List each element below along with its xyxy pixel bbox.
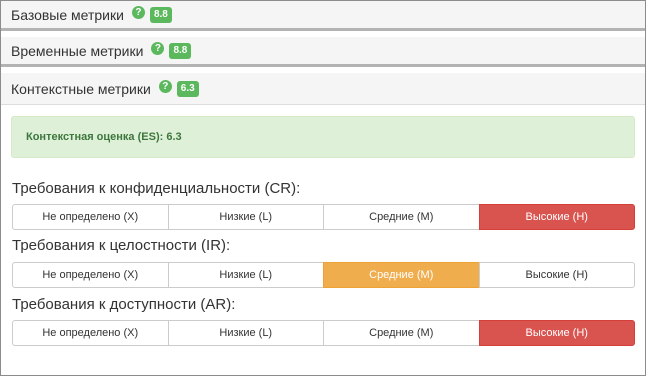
alert-text: Контекстная оценка (ES): 6.3 [26, 131, 182, 143]
help-icon[interactable]: ? [131, 6, 145, 19]
cr-option-h[interactable]: Высокие (H) [478, 204, 635, 230]
section-title: Контекстные метрики [11, 80, 151, 97]
score-badge: 8.8 [169, 42, 192, 59]
cr-option-m[interactable]: Средние (M) [323, 204, 480, 230]
help-icon[interactable]: ? [151, 42, 165, 55]
section-environmental-metrics[interactable]: Контекстные метрики ? 6.3 [1, 73, 645, 105]
cr-button-group: Не определено (X) Низкие (L) Средние (M)… [12, 204, 635, 230]
ir-option-x[interactable]: Не определено (X) [12, 262, 169, 288]
environmental-score-alert: Контекстная оценка (ES): 6.3 [11, 116, 635, 158]
section-title: Базовые метрики [11, 6, 124, 23]
ar-option-m[interactable]: Средние (M) [323, 320, 480, 346]
help-icon[interactable]: ? [158, 80, 172, 93]
ar-label: Требования к доступности (AR): [12, 296, 236, 313]
cr-option-x[interactable]: Не определено (X) [12, 204, 169, 230]
section-title: Временные метрики [11, 42, 144, 59]
cr-option-l[interactable]: Низкие (L) [167, 204, 324, 230]
metrics-panel: Базовые метрики ? 8.8 Временные метрики … [0, 0, 646, 376]
ar-button-group: Не определено (X) Низкие (L) Средние (M)… [12, 320, 635, 346]
score-badge: 6.3 [176, 80, 199, 97]
ir-option-l[interactable]: Низкие (L) [167, 262, 324, 288]
cr-label: Требования к конфиденциальности (CR): [12, 180, 301, 197]
ir-label: Требования к целостности (IR): [12, 237, 231, 254]
ir-button-group: Не определено (X) Низкие (L) Средние (M)… [12, 262, 635, 288]
section-temporal-metrics[interactable]: Временные метрики ? 8.8 [1, 37, 645, 67]
ar-option-x[interactable]: Не определено (X) [12, 320, 169, 346]
section-base-metrics[interactable]: Базовые метрики ? 8.8 [1, 1, 645, 31]
ir-option-m[interactable]: Средние (M) [323, 262, 480, 288]
ir-option-h[interactable]: Высокие (H) [478, 262, 635, 288]
ar-option-h[interactable]: Высокие (H) [478, 320, 635, 346]
score-badge: 8.8 [149, 6, 172, 23]
ar-option-l[interactable]: Низкие (L) [167, 320, 324, 346]
